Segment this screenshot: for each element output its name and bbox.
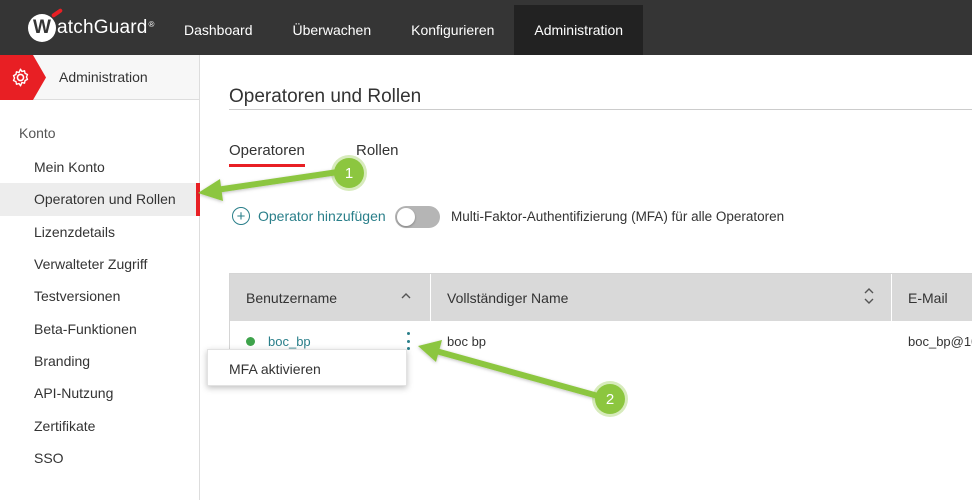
- status-active-dot: [246, 337, 255, 346]
- add-operator-label: Operator hinzufügen: [258, 208, 386, 224]
- sidebar-item-trials[interactable]: Testversionen: [0, 280, 199, 312]
- sidebar-group-label: Konto: [19, 125, 56, 141]
- sidebar-list: Mein Konto Operatoren und Rollen Lizenzd…: [0, 151, 200, 474]
- nav-dashboard[interactable]: Dashboard: [164, 5, 273, 55]
- trademark-symbol: ®: [148, 19, 155, 29]
- email-cell: boc_bp@10: [908, 333, 972, 349]
- row-action-menu: MFA aktivieren: [207, 349, 407, 386]
- sort-ascending-icon: [401, 293, 411, 299]
- column-header-username[interactable]: Benutzername: [230, 274, 431, 321]
- nav-monitor[interactable]: Überwachen: [273, 5, 392, 55]
- sidebar-item-api-usage[interactable]: API-Nutzung: [0, 377, 199, 409]
- sidebar-item-managed-access[interactable]: Verwalteter Zugriff: [0, 248, 199, 280]
- column-header-full-name[interactable]: Vollständiger Name: [431, 274, 892, 321]
- main-nav: Dashboard Überwachen Konfigurieren Admin…: [164, 5, 644, 55]
- column-header-email[interactable]: E-Mail: [892, 274, 972, 321]
- title-divider: [229, 109, 972, 110]
- top-navigation-bar: W atchGuard ® Dashboard Überwachen Konfi…: [0, 0, 972, 55]
- sidebar-item-certificates[interactable]: Zertifikate: [0, 409, 199, 441]
- annotation-marker-1: 1: [334, 158, 364, 188]
- tab-roles[interactable]: Rollen: [356, 142, 399, 159]
- mfa-toggle-label: Multi-Faktor-Authentifizierung (MFA) für…: [451, 209, 785, 224]
- kebab-menu-icon[interactable]: [403, 332, 413, 350]
- operators-table: Benutzername Vollständiger Name E-Mail b…: [229, 273, 972, 361]
- tab-operators[interactable]: Operatoren: [229, 142, 305, 159]
- sidebar-item-branding[interactable]: Branding: [0, 345, 199, 377]
- sidebar-item-license-details[interactable]: Lizenzdetails: [0, 216, 199, 248]
- gear-icon: [12, 68, 29, 87]
- annotation-marker-2: 2: [595, 384, 625, 414]
- active-tab-indicator: [229, 164, 305, 167]
- nav-administration[interactable]: Administration: [514, 5, 644, 55]
- sort-both-icon: [864, 288, 874, 304]
- full-name-cell: boc bp: [447, 333, 487, 349]
- menu-item-enable-mfa[interactable]: MFA aktivieren: [229, 361, 321, 377]
- watchguard-logo[interactable]: W atchGuard ®: [28, 12, 154, 44]
- sidebar-item-operators-roles[interactable]: Operatoren und Rollen: [0, 183, 200, 216]
- sidebar-item-my-account[interactable]: Mein Konto: [0, 151, 199, 183]
- table-header: Benutzername Vollständiger Name E-Mail: [230, 274, 972, 321]
- page-title: Operatoren und Rollen: [229, 86, 422, 107]
- sidebar-item-beta-features[interactable]: Beta-Funktionen: [0, 312, 199, 344]
- logo-mark: W: [28, 14, 56, 42]
- annotation-arrow-1: [198, 169, 341, 201]
- toggle-knob: [397, 208, 415, 226]
- mfa-toggle[interactable]: [395, 206, 440, 228]
- logo-text: atchGuard: [57, 17, 148, 38]
- sidebar-title: Administration: [59, 69, 148, 85]
- add-operator-button[interactable]: + Operator hinzufügen: [232, 207, 386, 225]
- sidebar-item-sso[interactable]: SSO: [0, 442, 199, 474]
- nav-configure[interactable]: Konfigurieren: [391, 5, 514, 55]
- sidebar-header: Administration: [0, 55, 199, 100]
- plus-circle-icon: +: [232, 207, 250, 225]
- sidebar: Administration Konto Mein Konto Operator…: [0, 55, 200, 500]
